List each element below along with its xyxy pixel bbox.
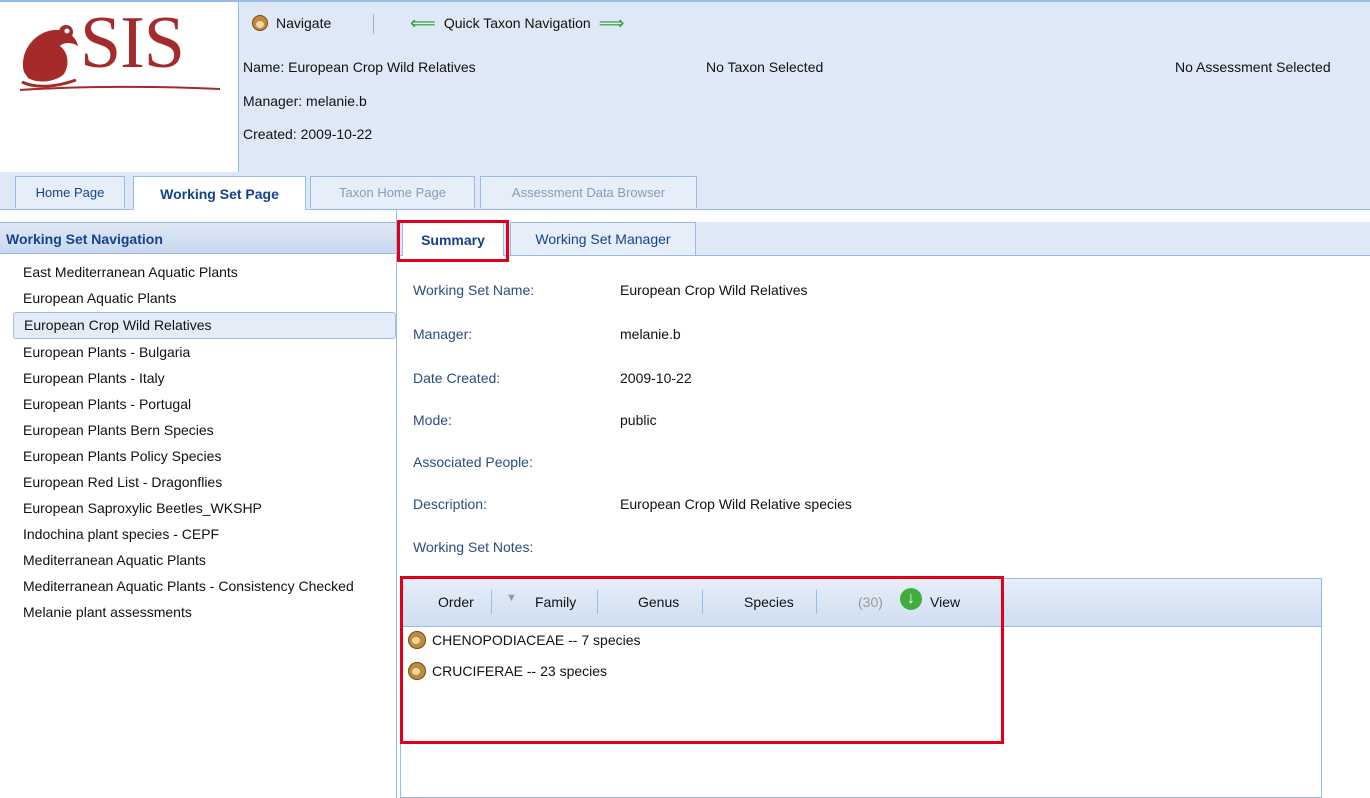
list-item[interactable]: European Plants - Italy xyxy=(13,366,396,391)
back-arrow-icon[interactable]: ⟸ xyxy=(410,14,436,32)
tab-label: Working Set Manager xyxy=(535,231,671,247)
list-item[interactable]: European Plants Bern Species xyxy=(13,418,396,443)
field-label: Working Set Notes: xyxy=(413,539,534,555)
list-item[interactable]: European Plants - Portugal xyxy=(13,392,396,417)
monkey-icon xyxy=(408,662,426,680)
taxa-row-label: CRUCIFERAE -- 23 species xyxy=(432,663,608,679)
list-item[interactable]: Indochina plant species - CEPF xyxy=(13,522,396,547)
field-label: Description: xyxy=(413,496,487,512)
monkey-icon xyxy=(252,15,268,31)
toolbar-divider xyxy=(816,590,817,614)
field-value: public xyxy=(620,412,657,428)
working-set-name: Name: European Crop Wild Relatives xyxy=(243,59,476,75)
manager-info: Manager: melanie.b xyxy=(243,93,367,109)
tab-assessment-data-browser[interactable]: Assessment Data Browser xyxy=(480,176,697,208)
tab-working-set-manager[interactable]: Working Set Manager xyxy=(510,222,696,255)
list-item-selected[interactable]: European Crop Wild Relatives xyxy=(13,312,396,339)
field-value: melanie.b xyxy=(620,326,681,342)
sis-logo: SIS xyxy=(0,2,239,172)
list-item[interactable]: Melanie plant assessments xyxy=(13,600,396,625)
tab-label: Taxon Home Page xyxy=(339,185,446,200)
field-label: Associated People: xyxy=(413,454,533,470)
field-label: Manager: xyxy=(413,326,473,342)
toolbar-divider xyxy=(702,590,703,614)
frog-logo-icon xyxy=(21,25,78,88)
toolbar-divider xyxy=(491,590,492,614)
assessment-status: No Assessment Selected xyxy=(1175,59,1331,75)
taxon-status: No Taxon Selected xyxy=(706,59,824,75)
list-item[interactable]: European Plants Policy Species xyxy=(13,444,396,469)
taxa-row[interactable]: CHENOPODIACEAE -- 7 species xyxy=(408,629,641,651)
tab-taxon-home-page[interactable]: Taxon Home Page xyxy=(310,176,475,208)
taxa-row[interactable]: CRUCIFERAE -- 23 species xyxy=(408,660,607,682)
working-set-list: East Mediterranean Aquatic Plants Europe… xyxy=(0,260,396,626)
monkey-icon xyxy=(408,631,426,649)
view-button[interactable]: View xyxy=(930,594,960,610)
field-label: Date Created: xyxy=(413,370,501,386)
list-item[interactable]: Mediterranean Aquatic Plants xyxy=(13,548,396,573)
tab-label: Home Page xyxy=(35,185,105,200)
field-value: European Crop Wild Relative species xyxy=(620,496,852,512)
list-item[interactable]: East Mediterranean Aquatic Plants xyxy=(13,260,396,285)
family-button[interactable]: Family xyxy=(535,594,576,610)
header-divider xyxy=(373,14,374,34)
tab-working-set-page[interactable]: Working Set Page xyxy=(133,176,306,210)
tab-label: Working Set Page xyxy=(160,185,279,202)
field-value: European Crop Wild Relatives xyxy=(620,282,808,298)
forward-arrow-icon[interactable]: ⟹ xyxy=(599,14,625,32)
order-button[interactable]: Order xyxy=(438,594,474,610)
field-label: Working Set Name: xyxy=(413,282,535,298)
taxa-count: (30) xyxy=(858,594,883,610)
field-label: Mode: xyxy=(413,412,452,428)
taxa-row-label: CHENOPODIACEAE -- 7 species xyxy=(432,632,641,648)
tab-label: Assessment Data Browser xyxy=(511,185,666,200)
field-value: 2009-10-22 xyxy=(620,370,692,386)
list-item[interactable]: European Plants - Bulgaria xyxy=(13,340,396,365)
working-set-navigation-header: Working Set Navigation xyxy=(0,222,396,254)
list-item[interactable]: European Saproxylic Beetles_WKSHP xyxy=(13,496,396,521)
toolbar-divider xyxy=(597,590,598,614)
tab-summary[interactable]: Summary xyxy=(402,222,504,256)
list-item[interactable]: Mediterranean Aquatic Plants - Consisten… xyxy=(13,574,396,599)
logo-text: SIS xyxy=(80,2,185,84)
header-info: Navigate ⟸ Quick Taxon Navigation ⟹ Name… xyxy=(240,2,1370,172)
sort-down-icon: ▼ xyxy=(506,592,517,604)
created-info: Created: 2009-10-22 xyxy=(243,126,373,142)
quick-taxon-navigation: ⟸ Quick Taxon Navigation ⟹ xyxy=(410,10,624,36)
tab-home-page[interactable]: Home Page xyxy=(15,176,125,208)
species-button[interactable]: Species xyxy=(744,594,794,610)
list-item[interactable]: European Red List - Dragonflies xyxy=(13,470,396,495)
navigate-label: Navigate xyxy=(276,15,332,31)
tab-label: Summary xyxy=(421,231,485,248)
view-arrow-icon[interactable]: ↓ xyxy=(900,588,922,610)
list-item[interactable]: European Aquatic Plants xyxy=(13,286,396,311)
logo-underline xyxy=(20,85,220,91)
navigate-button[interactable]: Navigate xyxy=(252,10,331,36)
genus-button[interactable]: Genus xyxy=(638,594,679,610)
quick-taxon-label: Quick Taxon Navigation xyxy=(443,15,591,31)
